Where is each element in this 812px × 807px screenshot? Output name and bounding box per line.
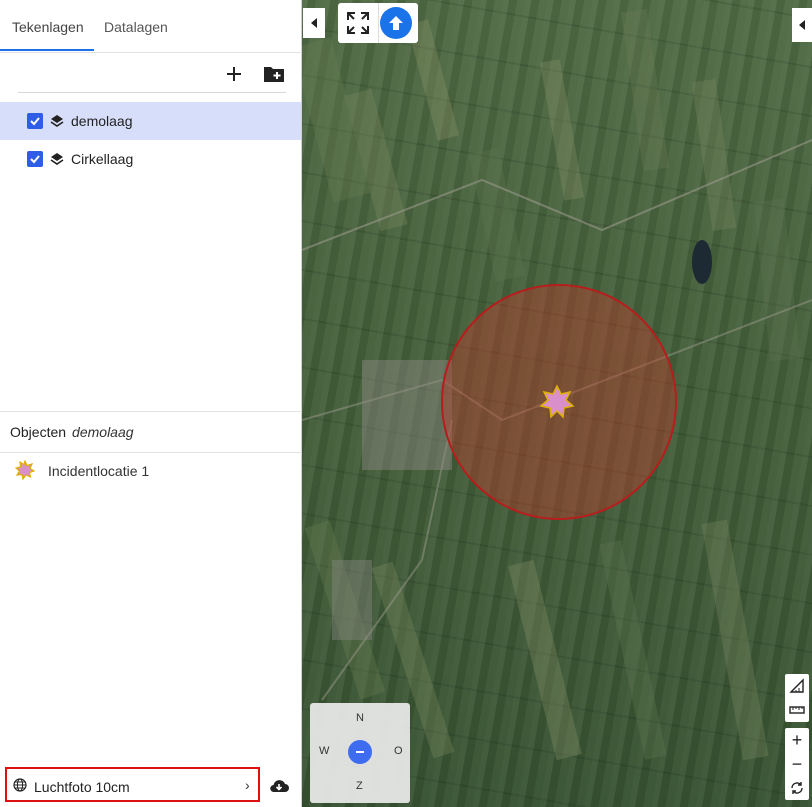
- expand-icon: [347, 12, 369, 34]
- check-icon: [30, 117, 40, 126]
- zoom-out-button[interactable]: −: [785, 752, 809, 776]
- measure-tools: [785, 674, 809, 722]
- basemap-selector[interactable]: Luchtfoto 10cm ›: [5, 767, 260, 802]
- minus-icon: [356, 751, 364, 753]
- zoom-controls: + −: [785, 728, 809, 800]
- compass-south: Z: [356, 780, 363, 792]
- objects-layer-name: demolaag: [72, 424, 134, 440]
- compass-east: O: [394, 745, 403, 757]
- aerial-photo: [302, 8, 812, 761]
- compass-pad[interactable]: N W O Z: [310, 703, 410, 803]
- rotate-reset-button[interactable]: [785, 776, 809, 800]
- layer-label: demolaag: [71, 113, 133, 129]
- tab-tekenlagen[interactable]: Tekenlagen: [12, 0, 84, 51]
- object-item[interactable]: Incidentlocatie 1: [0, 455, 301, 487]
- chevron-right-icon: ›: [245, 777, 250, 793]
- rotate-icon: [791, 782, 803, 794]
- map-view[interactable]: [302, 0, 812, 807]
- section-divider: [0, 452, 302, 453]
- ruler-icon: [789, 706, 805, 714]
- tab-datalagen[interactable]: Datalagen: [104, 0, 168, 51]
- layers-icon: [50, 153, 64, 165]
- collapse-right-panel-button[interactable]: [792, 8, 812, 42]
- layer-label: Cirkellaag: [71, 151, 134, 167]
- cloud-download-icon: [270, 780, 289, 793]
- arrow-up-icon: [389, 16, 403, 30]
- layer-checkbox[interactable]: [27, 151, 43, 167]
- fullscreen-button[interactable]: [338, 3, 379, 43]
- layer-item-demolaag[interactable]: demolaag: [0, 102, 301, 140]
- cloud-download-button[interactable]: [268, 776, 290, 798]
- compass-west: W: [319, 745, 330, 757]
- objects-title: Objecten: [10, 424, 67, 440]
- section-divider: [0, 411, 302, 412]
- basemap-label: Luchtfoto 10cm: [34, 779, 130, 795]
- folder-plus-icon: [264, 67, 284, 82]
- area-ruler-icon: [789, 678, 804, 693]
- globe-icon: [13, 778, 27, 792]
- caret-left-icon: [311, 18, 317, 28]
- map-top-controls: [338, 3, 418, 43]
- collapse-sidebar-button[interactable]: [303, 8, 325, 38]
- check-icon: [30, 155, 40, 164]
- plus-icon: [227, 67, 241, 81]
- objects-header: Objecten demolaag: [10, 424, 134, 440]
- layers-icon: [50, 115, 64, 127]
- star-marker-icon: [15, 460, 35, 480]
- compass-north: N: [356, 712, 364, 724]
- measure-distance-button[interactable]: [785, 698, 809, 722]
- tab-bar: Tekenlagen Datalagen: [0, 0, 302, 53]
- north-up-button[interactable]: [380, 7, 412, 39]
- layer-checkbox[interactable]: [27, 113, 43, 129]
- caret-left-icon: [799, 20, 805, 30]
- measure-area-button[interactable]: [785, 674, 809, 698]
- compass-center-button[interactable]: [348, 740, 372, 764]
- layer-item-cirkellaag[interactable]: Cirkellaag: [0, 140, 301, 178]
- sidebar: Tekenlagen Datalagen demolaag Cirkellaag…: [0, 0, 302, 807]
- zoom-in-button[interactable]: +: [785, 728, 809, 752]
- active-tab-indicator: [0, 49, 94, 51]
- add-folder-button[interactable]: [260, 60, 288, 88]
- layer-toolbar: [18, 60, 286, 93]
- add-layer-button[interactable]: [220, 60, 248, 88]
- object-label: Incidentlocatie 1: [48, 463, 150, 479]
